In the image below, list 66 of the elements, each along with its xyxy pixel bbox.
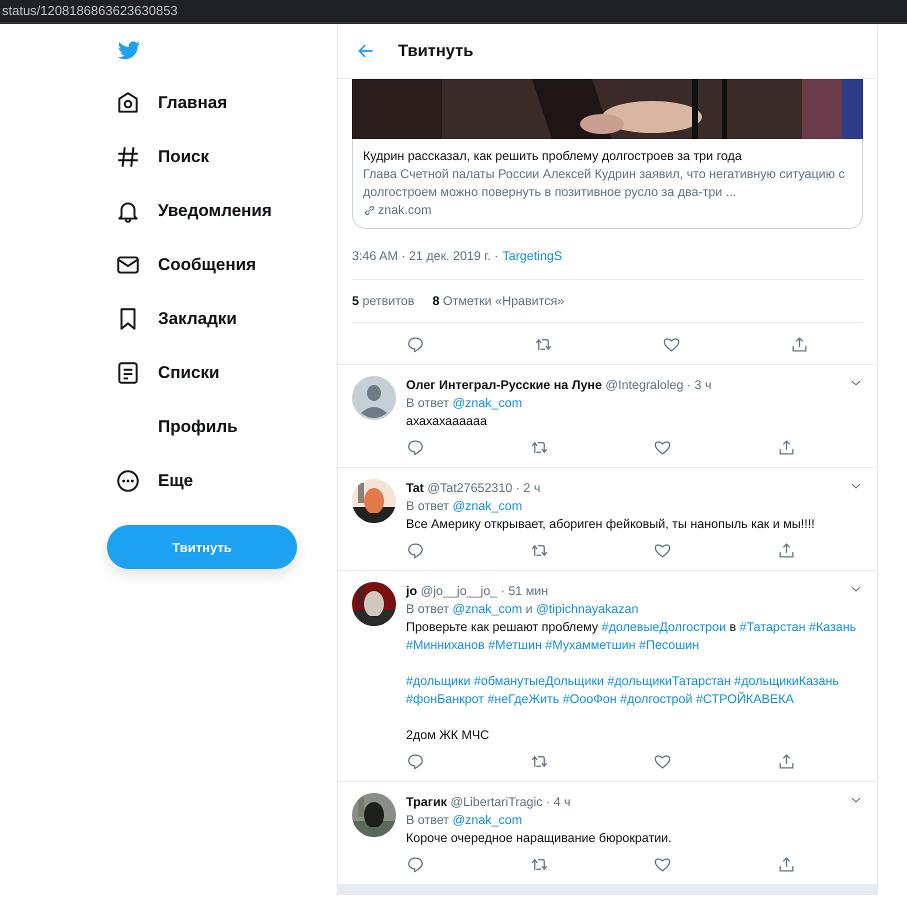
nav-item[interactable]: Уведомления — [158, 201, 272, 221]
link[interactable]: #Казань — [809, 620, 856, 634]
link-card[interactable] — [352, 139, 863, 229]
reply-author: Олег Интеграл-Русские на Луне @Integraloleg · 3 ч — [406, 377, 712, 394]
tweet-text: Проверьте как решают проблему #долевыеДолгострои в #Татарстан #Казань #Минниханов #Метшин #Мухамметшин #Песошин — [406, 619, 858, 654]
link[interactable]: #Песошин — [639, 638, 700, 652]
reply-author: Трагик @LibertariTragic · 4 ч — [406, 794, 571, 811]
link[interactable]: #Минниханов — [406, 638, 485, 652]
reply-to-line: В ответ @znak_com — [406, 395, 524, 412]
link[interactable]: #дольщикиКазань — [734, 674, 839, 688]
nav-item[interactable]: Сообщения — [158, 255, 256, 275]
reply-to-line: В ответ @znak_com — [406, 812, 524, 829]
tweet-text: Короче очередное наращивание бюрократии. — [406, 830, 673, 847]
reply-icon[interactable] — [406, 752, 425, 771]
link[interactable]: #Татарстан — [740, 620, 806, 634]
tweet-text: 2дом ЖК МЧС — [406, 727, 490, 744]
share-icon[interactable] — [776, 438, 796, 457]
tweet-text: ахахахаааааа — [406, 413, 488, 430]
reply-author: jo @jo__jo__jo_ · 51 мин — [406, 583, 548, 600]
reply-icon[interactable] — [406, 855, 425, 874]
nav-item[interactable]: Главная — [158, 93, 228, 113]
page-title: Твитнуть — [398, 42, 474, 60]
link[interactable]: #СТРОЙКАВЕКА — [696, 692, 794, 706]
reply-icon[interactable] — [406, 335, 426, 354]
link[interactable]: #дольщики — [406, 674, 470, 688]
reply-to-line: В ответ @znak_com и @tipichnayakazan — [406, 601, 640, 618]
nav-item[interactable]: Профиль — [158, 417, 238, 437]
link[interactable]: #Метшин — [488, 638, 542, 652]
nav-item[interactable]: Еще — [158, 471, 194, 491]
link-domain: znak.com — [378, 202, 432, 219]
default-avatar-icon[interactable] — [352, 376, 396, 420]
link-icon — [363, 204, 376, 216]
tweet-text: Все Америку открывает, абориген фейковый, ты нанопыль как и мы!!!! — [406, 516, 816, 533]
link[interactable]: #неГдеЖить — [487, 692, 560, 706]
link[interactable]: #обманутыеДольщики — [474, 674, 604, 688]
more-icon[interactable] — [115, 468, 141, 494]
share-icon[interactable] — [776, 855, 796, 874]
link[interactable]: #Мухамметшин — [545, 638, 636, 652]
reply-author: Tat @Tat27652310 · 2 ч — [406, 480, 540, 497]
tweet-timestamp: 3:46 AM · 21 дек. 2019 г. · — [352, 249, 498, 263]
link[interactable]: #фонБанкрот — [406, 692, 484, 706]
link-title: Кудрин рассказал, как решить проблему долгостроев за три года — [363, 148, 743, 165]
link[interactable]: #ОооФон — [562, 692, 617, 706]
reply-to-line: В ответ @znak_com — [406, 498, 524, 515]
link[interactable]: #дольщикиТатарстан — [607, 674, 731, 688]
link[interactable]: @znak_com — [452, 499, 522, 513]
share-icon[interactable] — [776, 752, 796, 771]
stat-count[interactable]: 5 ретвитов — [352, 294, 414, 308]
share-icon[interactable] — [776, 541, 796, 560]
stat-count[interactable]: 8 Отметки «Нравится» — [432, 294, 564, 308]
nav-item[interactable]: Списки — [158, 363, 220, 383]
link[interactable]: @znak_com — [452, 602, 522, 616]
nav-item[interactable]: Поиск — [158, 147, 210, 167]
tweet-button[interactable]: Твитнуть — [107, 525, 297, 569]
source-link[interactable]: TargetingS — [502, 249, 562, 263]
link[interactable]: #долевыеДолгострои — [602, 620, 726, 634]
address-bar-url[interactable]: status/1208186863623630853 — [2, 3, 178, 18]
link[interactable]: @tipichnayakazan — [536, 602, 638, 616]
link[interactable]: @znak_com — [452, 396, 522, 410]
link[interactable]: @znak_com — [452, 813, 522, 827]
reply-icon[interactable] — [406, 541, 425, 560]
nav-item[interactable]: Закладки — [158, 309, 237, 329]
link-description: Глава Счетной палаты России Алексей Кудрин заявил, что негативную ситуацию с долгостроем можно повернуть в позитивное русло за два-три ... — [363, 166, 846, 201]
reply-icon[interactable] — [406, 438, 425, 457]
link[interactable]: #долгострой — [620, 692, 692, 706]
share-icon[interactable] — [790, 335, 809, 354]
